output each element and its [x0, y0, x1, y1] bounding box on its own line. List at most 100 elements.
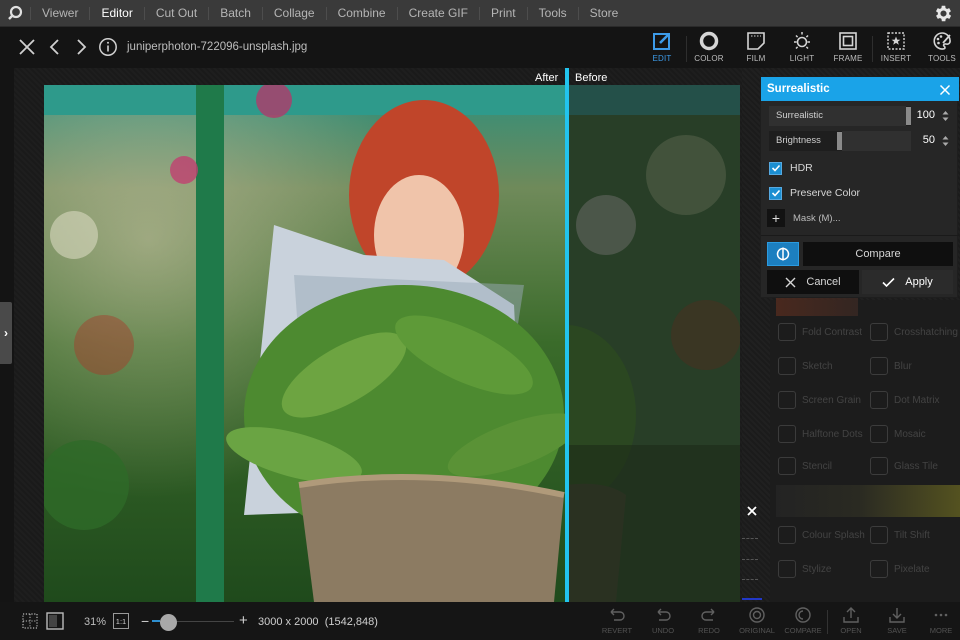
original-button[interactable]: ORIGINAL — [734, 606, 780, 638]
effect-list-item[interactable]: Dot Matrix — [870, 387, 960, 413]
apply-label: Apply — [905, 276, 933, 288]
effect-list-item[interactable]: Halftone Dots — [778, 421, 873, 447]
effect-list-item[interactable]: Fold Contrast — [778, 319, 873, 345]
preserve-color-checkbox-row[interactable]: Preserve Color — [769, 185, 860, 201]
menu-item-viewer[interactable]: Viewer — [30, 6, 89, 20]
tool-color-label: COLOR — [694, 54, 724, 63]
effect-list-item[interactable]: Blur — [870, 353, 960, 379]
close-icon[interactable] — [746, 504, 758, 516]
menu-item-batch[interactable]: Batch — [208, 6, 262, 20]
redo-icon — [701, 608, 715, 621]
effect-name: Sketch — [802, 360, 833, 372]
tool-separator — [872, 36, 873, 62]
redo-button[interactable]: REDO — [686, 606, 732, 638]
slider-label: Surrealistic — [776, 110, 823, 121]
effect-list-item[interactable]: Glass Tile — [870, 453, 960, 479]
more-icon — [934, 613, 948, 617]
effect-list-item[interactable]: Crosshatching — [870, 319, 960, 345]
zoom-in-button[interactable]: + — [239, 612, 248, 629]
slider-value[interactable]: 100 — [917, 109, 935, 121]
menu-item-collage[interactable]: Collage — [261, 6, 326, 20]
effect-thumbnail-icon — [870, 526, 888, 544]
hdr-checkbox-row[interactable]: HDR — [769, 160, 813, 176]
divider — [742, 559, 758, 560]
menu-item-print[interactable]: Print — [478, 6, 527, 20]
menu-item-create-gif[interactable]: Create GIF — [396, 6, 479, 20]
tool-color[interactable]: COLOR — [687, 31, 731, 67]
app-logo-icon[interactable] — [0, 0, 30, 27]
save-label: SAVE — [887, 626, 907, 635]
info-icon[interactable] — [98, 37, 118, 57]
effect-name: Dot Matrix — [894, 394, 940, 406]
compare-label: Compare — [855, 248, 901, 260]
effect-thumbnail-icon — [870, 323, 888, 341]
mask-label: Mask (M)... — [793, 212, 841, 224]
apply-button[interactable]: Apply — [862, 270, 953, 294]
tool-frame[interactable]: FRAME — [826, 31, 870, 67]
slider-thumb[interactable] — [837, 132, 842, 150]
slider-thumb[interactable] — [906, 107, 911, 125]
effect-list-item[interactable]: Screen Grain — [778, 387, 873, 413]
more-button[interactable]: MORE — [918, 606, 960, 638]
effect-name: Crosshatching — [894, 326, 958, 338]
zoom-level: 31% — [84, 616, 107, 628]
effect-list-item[interactable]: Tilt Shift — [870, 522, 960, 548]
spinner-icon[interactable] — [942, 110, 949, 122]
save-button[interactable]: SAVE — [874, 606, 920, 638]
open-button[interactable]: OPEN — [828, 606, 874, 638]
tool-light[interactable]: LIGHT — [780, 31, 824, 67]
divider — [742, 598, 762, 600]
menu-item-tools[interactable]: Tools — [526, 6, 578, 20]
photo-after-half — [44, 85, 566, 602]
light-icon — [794, 32, 810, 50]
effect-list-item[interactable]: Stencil — [778, 453, 873, 479]
preserve-color-checkbox[interactable] — [769, 186, 782, 200]
brightness-slider[interactable]: Brightness — [769, 131, 911, 151]
gear-icon[interactable] — [933, 3, 954, 24]
zoom-slider-thumb[interactable] — [160, 614, 178, 631]
surrealistic-slider[interactable]: Surrealistic — [769, 106, 911, 126]
before-after-icon[interactable] — [46, 612, 64, 630]
actual-size-button[interactable]: 1:1 — [113, 613, 129, 629]
mask-button[interactable]: + Mask (M)... — [767, 209, 841, 227]
tool-insert[interactable]: INSERT — [874, 31, 918, 67]
compare-toggle-button[interactable] — [767, 242, 799, 266]
cancel-button[interactable]: Cancel — [767, 270, 859, 294]
expand-sidebar-button[interactable]: › — [0, 302, 12, 364]
menu-item-cut-out[interactable]: Cut Out — [143, 6, 208, 20]
checkmark-icon — [771, 164, 780, 172]
insert-icon — [887, 32, 905, 50]
more-label: MORE — [929, 626, 953, 635]
effect-list-item[interactable]: Colour Splash — [778, 522, 873, 548]
redo-label: REDO — [698, 626, 720, 635]
compare-action-button[interactable]: COMPARE — [780, 606, 826, 638]
tool-tools[interactable]: TOOLS — [920, 31, 960, 67]
compare-button[interactable]: Compare — [803, 242, 953, 266]
tool-film[interactable]: FILM — [734, 31, 778, 67]
slider-value[interactable]: 50 — [923, 134, 935, 146]
effect-thumbnail-icon — [870, 425, 888, 443]
undo-label: UNDO — [651, 626, 675, 635]
previous-icon[interactable] — [45, 37, 65, 57]
before-label: Before — [575, 72, 608, 84]
effect-thumbnail-icon — [870, 457, 888, 475]
hdr-checkbox[interactable] — [769, 161, 782, 175]
effect-list-item[interactable]: Mosaic — [870, 421, 960, 447]
next-icon[interactable] — [71, 37, 91, 57]
tool-edit[interactable]: EDIT — [640, 31, 684, 67]
menu-item-store[interactable]: Store — [577, 6, 630, 20]
grid-select-icon[interactable] — [21, 612, 39, 630]
effect-list-item[interactable]: Stylize — [778, 556, 873, 582]
effect-list-item[interactable]: Sketch — [778, 353, 873, 379]
undo-button[interactable]: UNDO — [640, 606, 686, 638]
close-icon[interactable] — [939, 83, 951, 96]
effect-list-item[interactable]: Pixelate — [870, 556, 960, 582]
spinner-icon[interactable] — [942, 135, 949, 147]
editor-toolbar: juniperphoton-722096-unsplash.jpg EDIT C… — [0, 28, 960, 68]
close-icon[interactable] — [17, 37, 37, 57]
revert-button[interactable]: REVERT — [594, 606, 640, 638]
compare-divider-handle[interactable] — [565, 68, 569, 602]
menu-item-combine[interactable]: Combine — [325, 6, 397, 20]
menu-item-editor[interactable]: Editor — [89, 6, 143, 20]
zoom-out-button[interactable]: − — [141, 613, 149, 629]
